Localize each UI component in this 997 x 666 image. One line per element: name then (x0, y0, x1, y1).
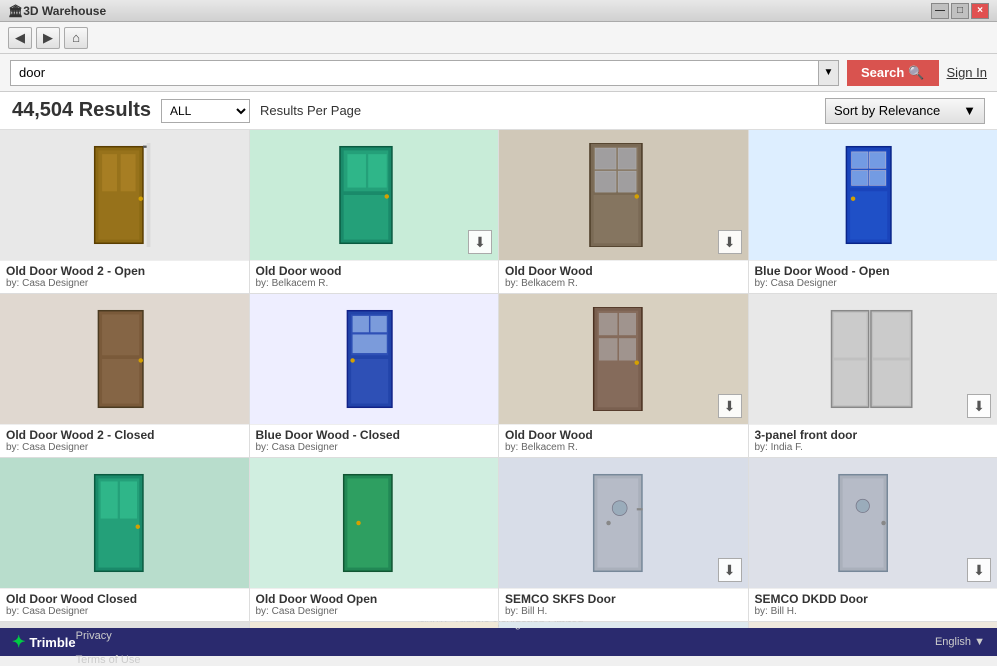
brand-name: Trimble (29, 635, 75, 650)
search-input[interactable] (11, 61, 818, 85)
titlebar: 🏛 3D Warehouse — □ × (0, 0, 997, 22)
item-author: by: Casa Designer (256, 606, 493, 617)
grid-item[interactable]: Old Door Wood 2 - Openby: Casa Designer (0, 130, 249, 293)
search-button[interactable]: Search 🔍 (847, 60, 939, 86)
item-title: Blue Door Wood - Open (755, 264, 992, 278)
item-title: SEMCO DKDD Door (755, 592, 992, 606)
home-button[interactable]: ⌂ (64, 27, 88, 49)
minimize-button[interactable]: — (931, 3, 949, 19)
item-title: Blue Door Wood - Closed (256, 428, 493, 442)
results-count: 44,504 Results (12, 99, 151, 122)
grid-item[interactable]: ⬇ Old Door Woodby: Belkacem R. (499, 294, 748, 457)
searchbar: ▼ Search 🔍 Sign In (0, 54, 997, 92)
grid-item[interactable]: ⬇ 3-panel front doorby: India F. (749, 294, 997, 457)
item-title: Old Door Wood (505, 264, 742, 278)
grid-item[interactable]: Blue Door Wood - Closedby: Casa Designer (250, 294, 499, 457)
footer-language: English ▼ (935, 636, 985, 648)
language-dropdown-icon[interactable]: ▼ (974, 636, 985, 648)
back-button[interactable]: ◀ (8, 27, 32, 49)
search-dropdown-button[interactable]: ▼ (818, 61, 838, 85)
item-title: Old Door Wood (505, 428, 742, 442)
grid-item[interactable]: ⬇ SEMCO DKDD Doorby: Bill H. (749, 458, 997, 621)
forward-button[interactable]: ▶ (36, 27, 60, 49)
download-button[interactable]: ⬇ (718, 394, 742, 418)
results-per-page-label: Results Per Page (260, 103, 361, 118)
footer: ✦ Trimble ©2015 Trimble Navigation Limit… (0, 628, 997, 656)
item-author: by: India F. (755, 442, 992, 453)
item-author: by: Belkacem R. (505, 278, 742, 289)
app-icon: 🏛 (8, 4, 23, 18)
item-author: by: Bill H. (505, 606, 742, 617)
grid-item[interactable]: ⬇ SEMCO SKFS Doorby: Bill H. (499, 458, 748, 621)
grid-item[interactable]: ⬇ Old Door Woodby: Belkacem R. (499, 130, 748, 293)
filter-select[interactable]: ALL Models Collections (161, 99, 250, 123)
close-button[interactable]: × (971, 3, 989, 19)
maximize-button[interactable]: □ (951, 3, 969, 19)
item-author: by: Casa Designer (256, 442, 493, 453)
item-title: Old Door Wood 2 - Closed (6, 428, 243, 442)
item-author: by: Belkacem R. (505, 442, 742, 453)
grid-item[interactable]: Blue Door Wood - Openby: Casa Designer (749, 130, 997, 293)
download-button[interactable]: ⬇ (468, 230, 492, 254)
item-author: by: Casa Designer (6, 606, 243, 617)
item-author: by: Casa Designer (6, 278, 243, 289)
item-author: by: Bill H. (755, 606, 992, 617)
grid-item[interactable]: Old Door Wood 2 - Closedby: Casa Designe… (0, 294, 249, 457)
item-title: 3-panel front door (755, 428, 992, 442)
item-author: by: Belkacem R. (256, 278, 493, 289)
signin-link[interactable]: Sign In (947, 65, 987, 80)
search-button-label: Search (861, 65, 904, 80)
download-button[interactable]: ⬇ (718, 230, 742, 254)
download-button[interactable]: ⬇ (718, 558, 742, 582)
grid-item[interactable]: Old Door Wood Closedby: Casa Designer (0, 458, 249, 621)
grid-item[interactable]: Door Model 14by: Designer (250, 622, 499, 628)
grid-item[interactable]: Old Door Wood Openby: Casa Designer (250, 458, 499, 621)
item-author: by: Casa Designer (755, 278, 992, 289)
window-controls: — □ × (931, 3, 989, 19)
grid-item[interactable]: ⬇ Old Door woodby: Belkacem R. (250, 130, 499, 293)
item-author: by: Casa Designer (6, 442, 243, 453)
sort-dropdown[interactable]: Sort by Relevance ▼ (825, 98, 985, 124)
grid-item[interactable]: Door Model 15by: Designer (499, 622, 748, 628)
grid-item[interactable]: Door Model 16by: Designer (749, 622, 997, 628)
item-title: Old Door wood (256, 264, 493, 278)
trimble-logo: ✦ Trimble (12, 632, 76, 652)
app-title: 3D Warehouse (23, 4, 106, 18)
item-title: SEMCO SKFS Door (505, 592, 742, 606)
search-input-wrapper: ▼ (10, 60, 839, 86)
item-title: Old Door Wood Closed (6, 592, 243, 606)
search-icon: 🔍 (908, 65, 924, 81)
grid-area: Old Door Wood 2 - Openby: Casa Designer … (0, 130, 997, 628)
privacy-link[interactable]: Privacy (76, 630, 935, 642)
sort-chevron-icon: ▼ (963, 103, 976, 118)
grid-item[interactable]: Door Model 13by: Designer (0, 622, 249, 628)
item-title: Old Door Wood Open (256, 592, 493, 606)
sort-label: Sort by Relevance (834, 103, 940, 118)
navbar: ◀ ▶ ⌂ (0, 22, 997, 54)
trimble-star-icon: ✦ (12, 632, 25, 652)
results-bar: 44,504 Results ALL Models Collections Re… (0, 92, 997, 130)
download-button[interactable]: ⬇ (967, 558, 991, 582)
item-title: Old Door Wood 2 - Open (6, 264, 243, 278)
download-button[interactable]: ⬇ (967, 394, 991, 418)
